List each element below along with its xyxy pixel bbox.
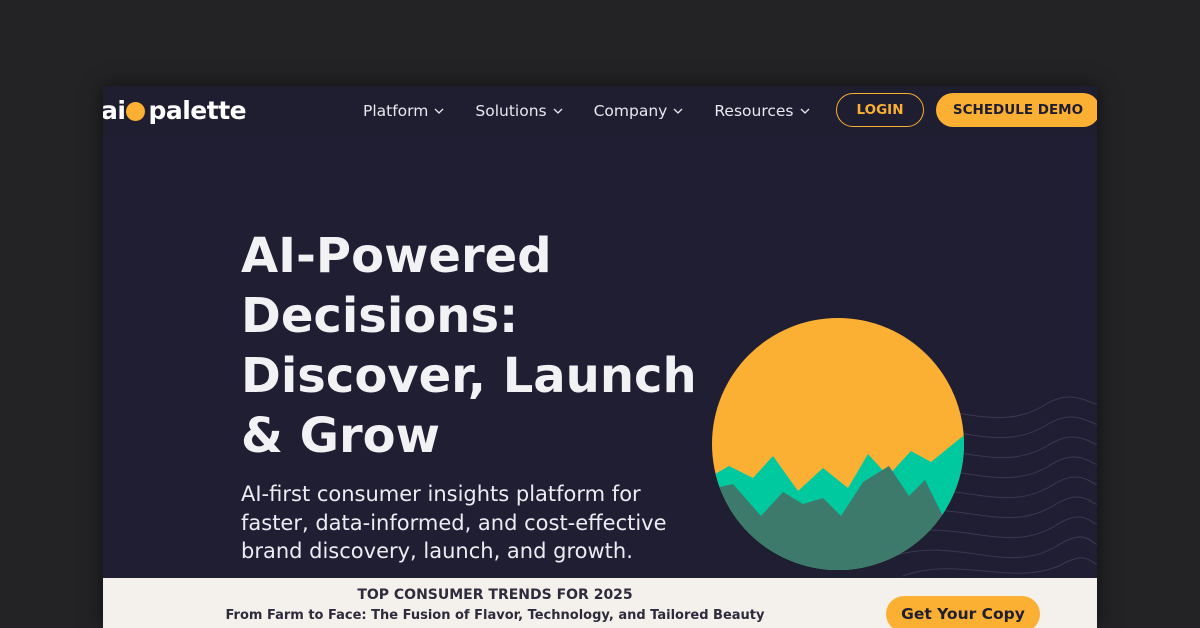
logo-text-ai: ai — [103, 95, 126, 125]
chevron-down-icon — [673, 108, 683, 114]
promo-subtitle: From Farm to Face: The Fusion of Flavor,… — [225, 608, 765, 623]
nav-label: Company — [593, 102, 668, 120]
nav-label: Platform — [363, 102, 429, 120]
nav-item-platform[interactable]: Platform — [363, 102, 444, 120]
chart-circle-graphic — [712, 318, 964, 570]
promo-title: TOP CONSUMER TRENDS FOR 2025 — [357, 587, 633, 603]
get-your-copy-button[interactable]: Get Your Copy — [886, 596, 1040, 628]
schedule-demo-button[interactable]: SCHEDULE DEMO — [936, 93, 1097, 127]
nav-item-solutions[interactable]: Solutions — [475, 102, 563, 120]
nav-label: Solutions — [475, 102, 547, 120]
login-button[interactable]: LOGIN — [836, 93, 924, 127]
chevron-down-icon — [553, 108, 563, 114]
hero-subtitle: AI-first consumer insights platform for … — [241, 482, 667, 563]
hero-illustration — [712, 318, 1097, 577]
nav-label: Resources — [714, 102, 794, 120]
nav-item-resources[interactable]: Resources — [714, 102, 809, 120]
nav-item-company[interactable]: Company — [594, 102, 684, 120]
browser-viewport: ai palette Platform Solutions Company Re… — [103, 86, 1097, 628]
top-navbar: ai palette Platform Solutions Company Re… — [103, 86, 1097, 136]
chevron-down-icon — [800, 108, 809, 114]
nav-menu: Platform Solutions Company Resources — [363, 86, 841, 136]
logo-text-palette: palette — [148, 95, 247, 125]
ai-palette-logo[interactable]: ai palette — [103, 95, 247, 125]
logo-dot-icon — [126, 101, 146, 121]
promo-banner: TOP CONSUMER TRENDS FOR 2025 From Farm t… — [103, 578, 1097, 628]
chevron-down-icon — [434, 108, 444, 114]
hero-title: AI-Powered Decisions: Discover, Launch &… — [241, 228, 697, 464]
